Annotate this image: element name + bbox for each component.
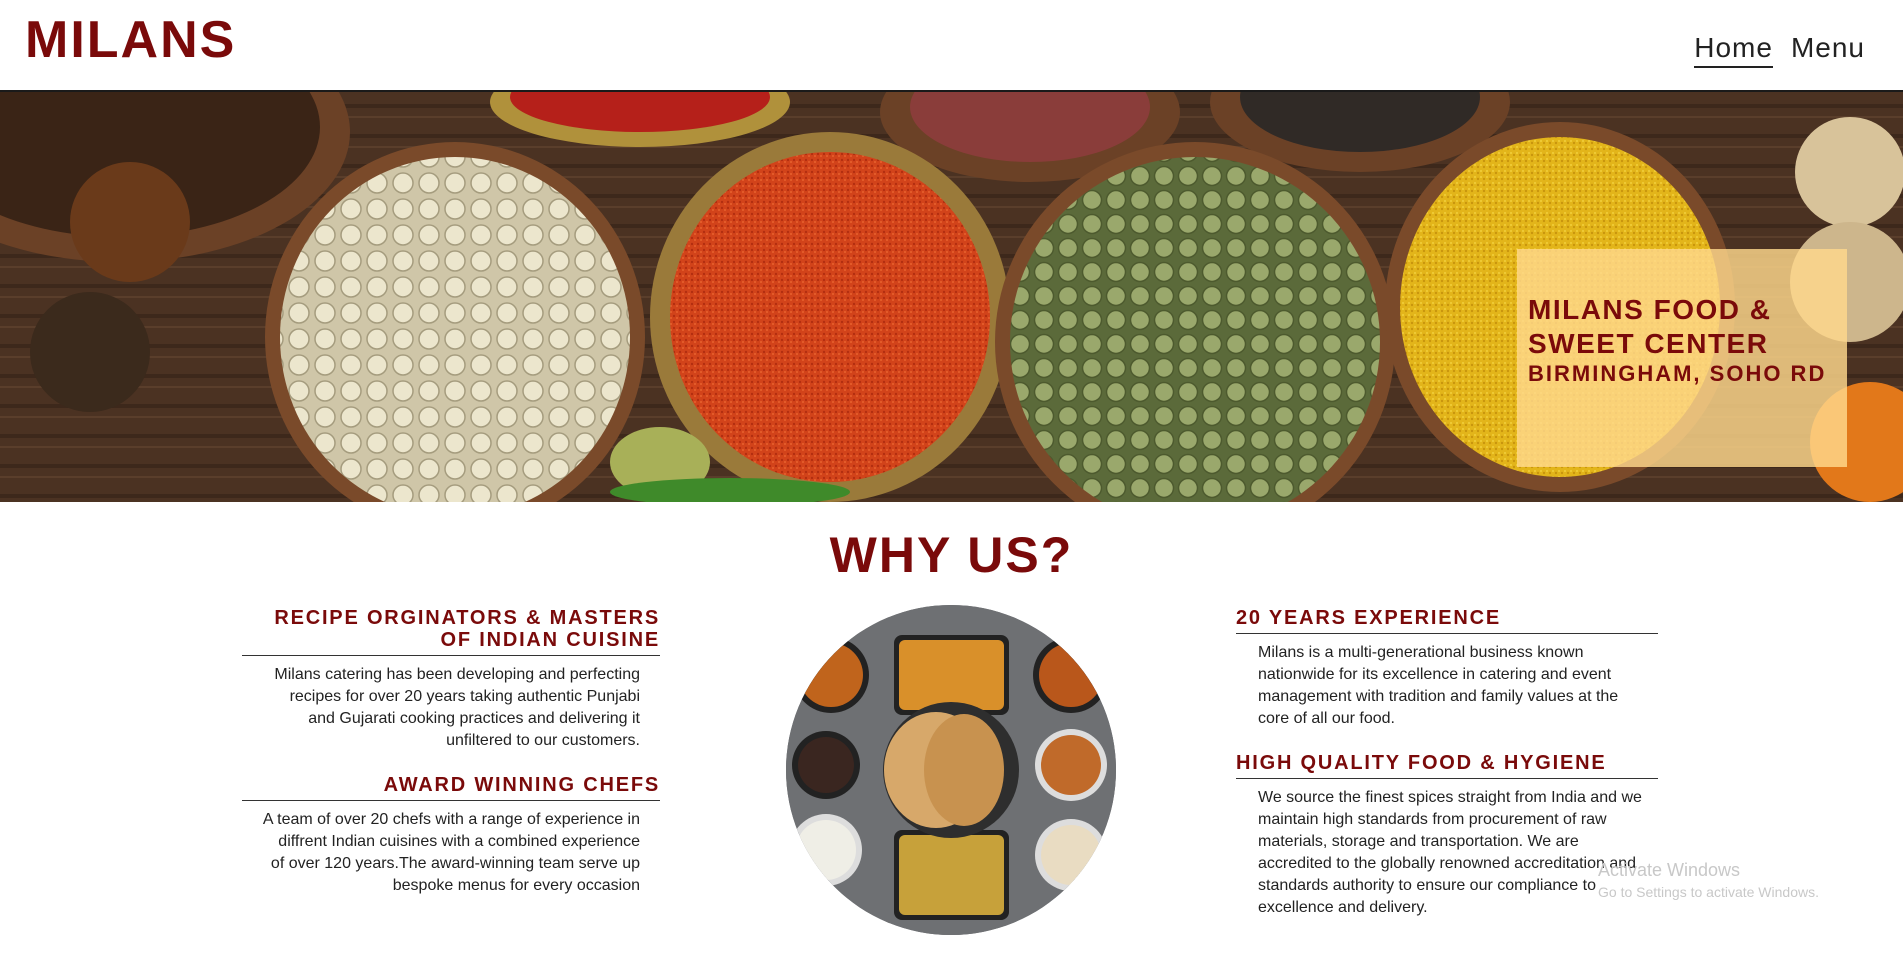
feature-recipe-originators: RECIPE ORGINATORS & MASTERS OF INDIAN CU…	[242, 607, 660, 752]
feature-heading: HIGH QUALITY FOOD & HYGIENE	[1236, 752, 1658, 779]
site-logo[interactable]: MILANS	[25, 10, 236, 70]
site-header: MILANS Home Menu	[0, 0, 1903, 92]
feature-20-years-experience: 20 YEARS EXPERIENCE Milans is a multi-ge…	[1236, 607, 1658, 730]
hero-banner: MILANS FOOD & SWEET CENTER BIRMINGHAM, S…	[0, 92, 1903, 502]
hero-subtitle: BIRMINGHAM, SOHO RD	[1528, 361, 1827, 386]
nav-menu-link[interactable]: Menu	[1791, 32, 1865, 68]
feature-body: Milans catering has been developing and …	[274, 666, 640, 749]
hero-title: MILANS FOOD & SWEET CENTER	[1528, 294, 1772, 359]
activation-watermark-text: Go to Settings to activate Windows.	[1598, 884, 1819, 900]
food-thali-image	[786, 605, 1116, 935]
feature-heading: AWARD WINNING CHEFS	[242, 774, 660, 801]
main-nav: Home Menu	[1694, 32, 1865, 68]
feature-award-winning-chefs: AWARD WINNING CHEFS A team of over 20 ch…	[242, 774, 660, 897]
feature-body: We source the finest spices straight fro…	[1258, 789, 1642, 916]
nav-home-link[interactable]: Home	[1694, 32, 1773, 68]
why-us-heading: WHY US?	[829, 527, 1074, 583]
feature-body: Milans is a multi-generational business …	[1258, 644, 1619, 727]
feature-heading: RECIPE ORGINATORS & MASTERS OF INDIAN CU…	[242, 607, 660, 656]
hero-info-box: MILANS FOOD & SWEET CENTER BIRMINGHAM, S…	[1517, 249, 1847, 467]
feature-body: A team of over 20 chefs with a range of …	[262, 811, 640, 894]
feature-heading: 20 YEARS EXPERIENCE	[1236, 607, 1658, 634]
activation-watermark-title: Activate Windows	[1598, 860, 1741, 880]
feature-quality-hygiene: HIGH QUALITY FOOD & HYGIENE We source th…	[1236, 752, 1658, 919]
